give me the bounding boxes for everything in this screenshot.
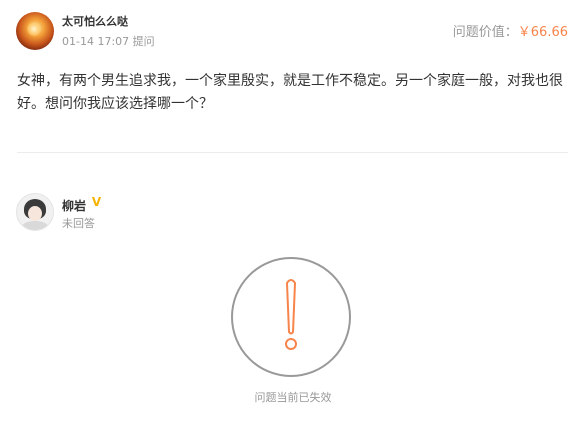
question-price: 问题价值：￥66.66 [453,21,568,40]
v-badge-icon: V [91,195,102,209]
divider [17,152,568,153]
avatar-face [28,206,42,221]
price-label: 问题价值： [452,25,518,40]
question-text: 女神，有两个男生追求我，一个家里殷实，就是工作不稳定。另一个家庭一般，对我也很好… [17,73,563,112]
asker-avatar[interactable] [16,12,54,50]
answerer-avatar[interactable] [16,193,54,231]
ask-time: 01-14 17:07 提问 [62,35,155,48]
price-value: ￥66.66 [517,25,568,40]
exclamation-circle-icon [231,257,351,377]
answer-status: 未回答 [62,217,95,230]
invalid-status-text: 问题当前已失效 [254,391,332,404]
answerer-name[interactable]: 柳岩 [62,197,86,214]
avatar-body [21,221,49,230]
asker-name[interactable]: 太可怕么么哒 [62,13,128,29]
